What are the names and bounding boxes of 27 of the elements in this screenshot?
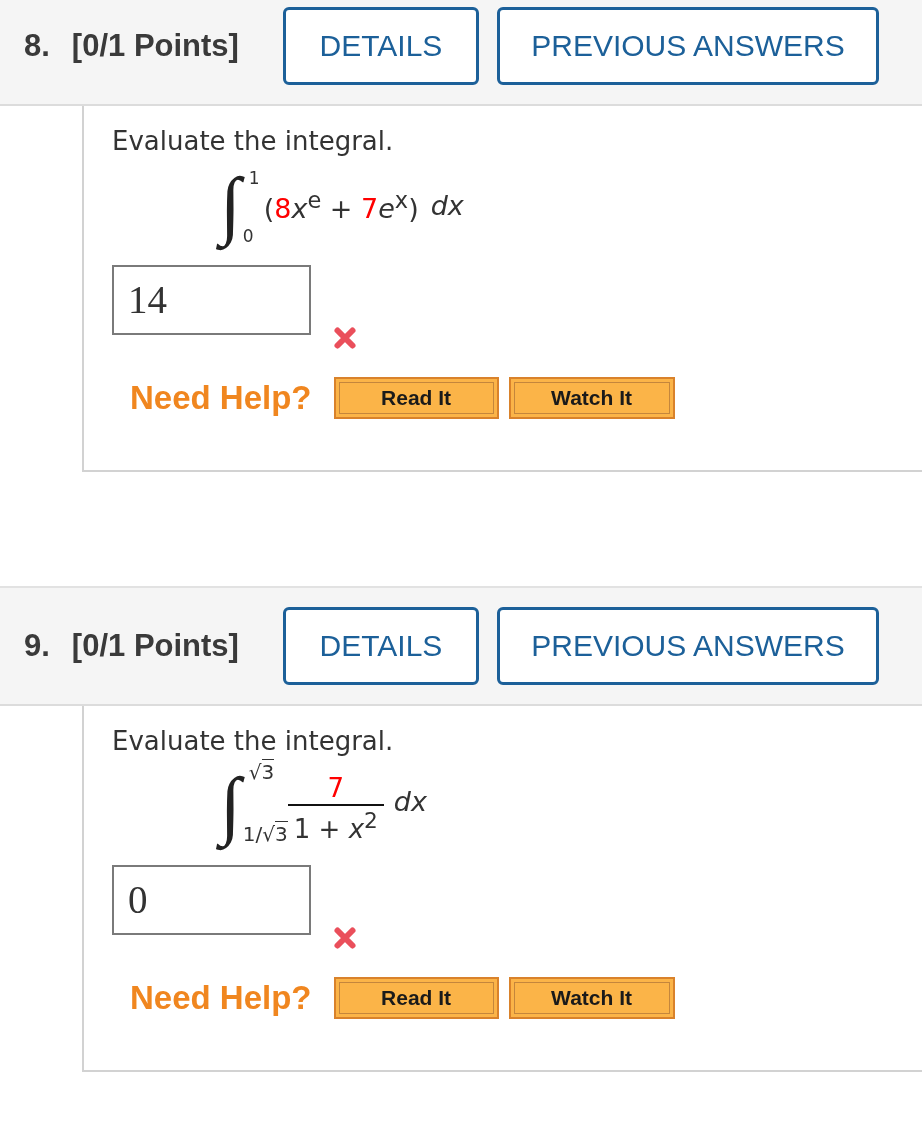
question-prompt: Evaluate the integral. (112, 126, 394, 156)
integrand-expression: (8x$^{e}$ + 7e$^{x}$) (263, 186, 419, 224)
lower-limit: 0 (242, 226, 254, 246)
header-button[interactable]: DETAILS (282, 7, 479, 85)
fraction-numerator: 7 (327, 775, 345, 802)
help-button[interactable]: Watch It (508, 377, 675, 419)
need-help-label: Need Help? (130, 379, 312, 417)
points-label: [0/1 Points] (71, 28, 239, 64)
header-button[interactable]: DETAILS (282, 607, 479, 685)
help-button[interactable]: Watch It (508, 977, 675, 1019)
lower-limit: 1/√3 (242, 822, 288, 846)
answer-field[interactable]: 0 (112, 865, 311, 935)
header-button[interactable]: PREVIOUS ANSWERS (496, 7, 879, 85)
fraction-denominator: 1 + x$^{2}$ (293, 807, 378, 843)
points-label: [0/1 Points] (71, 628, 239, 664)
question-number: 8. (24, 28, 50, 64)
help-button[interactable]: Read It (333, 977, 499, 1019)
header-button[interactable]: PREVIOUS ANSWERS (496, 607, 879, 685)
question-number: 9. (24, 628, 50, 664)
question-prompt: Evaluate the integral. (112, 726, 394, 756)
upper-limit: √3 (248, 760, 275, 784)
help-button[interactable]: Read It (333, 377, 499, 419)
need-help-label: Need Help? (130, 979, 312, 1017)
differential: dx (430, 189, 464, 221)
answer-field[interactable]: 14 (112, 265, 311, 335)
differential: dx (393, 785, 427, 817)
upper-limit: 1 (248, 168, 260, 188)
